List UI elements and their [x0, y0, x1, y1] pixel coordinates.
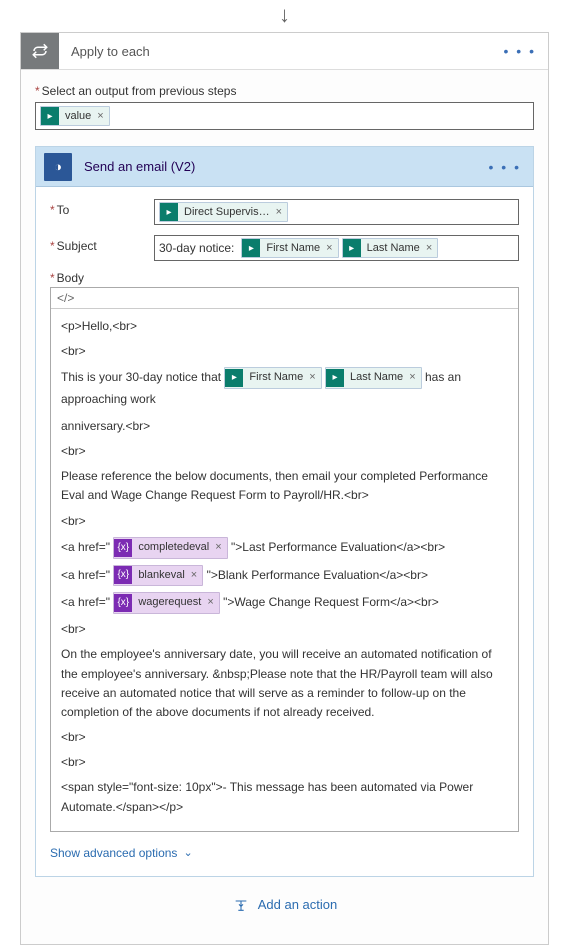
body-line: anniversary.<br> — [61, 417, 508, 436]
add-action-label: Add an action — [258, 897, 338, 912]
token-remove-icon[interactable]: × — [276, 206, 287, 218]
expression-icon: {x} — [114, 594, 132, 612]
token-remove-icon[interactable]: × — [207, 593, 218, 613]
token-first-name[interactable]: ▸ First Name × — [224, 367, 321, 389]
to-label: To — [50, 199, 154, 217]
body-text: <a href=" — [61, 595, 110, 609]
select-output-field[interactable]: ▸ value × — [35, 102, 534, 130]
body-line: <br> — [61, 342, 508, 361]
loop-icon — [21, 33, 59, 69]
to-field[interactable]: ▸ Direct Supervis… × — [154, 199, 519, 225]
sharepoint-icon: ▸ — [41, 107, 59, 125]
token-last-name[interactable]: ▸ Last Name × — [325, 367, 422, 389]
apply-to-each-card: Apply to each • • • Select an output fro… — [20, 32, 549, 945]
token-remove-icon[interactable]: × — [409, 368, 420, 388]
code-view-icon[interactable]: </> — [51, 288, 518, 309]
loop-header[interactable]: Apply to each • • • — [21, 33, 548, 70]
loop-title: Apply to each — [59, 44, 492, 59]
token-last-name[interactable]: ▸ Last Name × — [342, 238, 439, 258]
token-remove-icon[interactable]: × — [326, 242, 337, 254]
token-remove-icon[interactable]: × — [97, 110, 108, 122]
token-label: wagerequest — [132, 593, 207, 613]
body-line: Please reference the below documents, th… — [61, 467, 508, 505]
body-text: ">Wage Change Request Form</a><br> — [223, 595, 439, 609]
email-header[interactable]: ◑ Send an email (V2) • • • — [36, 147, 533, 187]
body-line: <span style="font-size: 10px">- This mes… — [61, 778, 508, 816]
email-title: Send an email (V2) — [72, 159, 477, 174]
token-remove-icon[interactable]: × — [426, 242, 437, 254]
token-remove-icon[interactable]: × — [215, 538, 226, 558]
expression-icon: {x} — [114, 539, 132, 557]
token-direct-supervisor[interactable]: ▸ Direct Supervis… × — [159, 202, 288, 222]
body-editor[interactable]: </> <p>Hello,<br> <br> This is your 30-d… — [50, 287, 519, 832]
sharepoint-icon: ▸ — [160, 203, 178, 221]
token-blankeval[interactable]: {x} blankeval × — [113, 565, 203, 587]
token-label: First Name — [243, 368, 309, 388]
sharepoint-icon: ▸ — [326, 369, 344, 387]
body-label: Body — [50, 271, 519, 285]
body-line: <br> — [61, 753, 508, 772]
body-text: <a href=" — [61, 540, 110, 554]
body-line: On the employee's anniversary date, you … — [61, 645, 508, 722]
body-line: <a href=" {x} wagerequest × ">Wage Chang… — [61, 592, 508, 614]
body-text: ">Blank Performance Evaluation</a><br> — [207, 568, 428, 582]
advanced-label: Show advanced options — [50, 846, 177, 860]
token-label: Direct Supervis… — [178, 206, 276, 218]
subject-field[interactable]: 30-day notice: ▸ First Name × ▸ Last Nam… — [154, 235, 519, 261]
add-step-icon — [232, 897, 250, 913]
send-email-card: ◑ Send an email (V2) • • • To ▸ Direct S… — [35, 146, 534, 877]
show-advanced-options[interactable]: Show advanced options ⌄ — [50, 832, 519, 868]
body-text: <a href=" — [61, 568, 110, 582]
token-value-label: value — [59, 110, 97, 122]
chevron-down-icon: ⌄ — [183, 846, 192, 859]
sharepoint-icon: ▸ — [343, 239, 361, 257]
token-label: First Name — [260, 242, 326, 254]
token-wagerequest[interactable]: {x} wagerequest × — [113, 592, 219, 614]
body-line: <a href=" {x} blankeval × ">Blank Perfor… — [61, 565, 508, 587]
body-line: <p>Hello,<br> — [61, 317, 508, 336]
body-text: ">Last Performance Evaluation</a><br> — [231, 540, 445, 554]
token-label: completedeval — [132, 538, 215, 558]
token-remove-icon[interactable]: × — [191, 566, 202, 586]
loop-menu[interactable]: • • • — [492, 43, 548, 59]
body-line: <br> — [61, 512, 508, 531]
body-text: This is your 30-day notice that — [61, 370, 221, 384]
token-label: blankeval — [132, 566, 190, 586]
body-line: <br> — [61, 728, 508, 747]
body-line: <a href=" {x} completedeval × ">Last Per… — [61, 537, 508, 559]
outlook-icon: ◑ — [44, 153, 72, 181]
email-menu[interactable]: • • • — [477, 159, 533, 175]
body-line: <br> — [61, 442, 508, 461]
body-content[interactable]: <p>Hello,<br> <br> This is your 30-day n… — [51, 309, 518, 831]
token-label: Last Name — [344, 368, 409, 388]
token-completedeval[interactable]: {x} completedeval × — [113, 537, 227, 559]
sharepoint-icon: ▸ — [242, 239, 260, 257]
token-first-name[interactable]: ▸ First Name × — [241, 238, 338, 258]
expression-icon: {x} — [114, 566, 132, 584]
token-label: Last Name — [361, 242, 426, 254]
connector-arrow: ↓ — [0, 0, 569, 32]
body-line: <br> — [61, 620, 508, 639]
subject-label: Subject — [50, 235, 154, 253]
select-output-label: Select an output from previous steps — [35, 84, 534, 98]
add-action-button[interactable]: Add an action — [232, 897, 338, 913]
token-remove-icon[interactable]: × — [309, 368, 320, 388]
subject-prefix: 30-day notice: — [159, 241, 238, 255]
body-line: This is your 30-day notice that ▸ First … — [61, 367, 508, 410]
sharepoint-icon: ▸ — [225, 369, 243, 387]
token-value[interactable]: ▸ value × — [40, 106, 110, 126]
